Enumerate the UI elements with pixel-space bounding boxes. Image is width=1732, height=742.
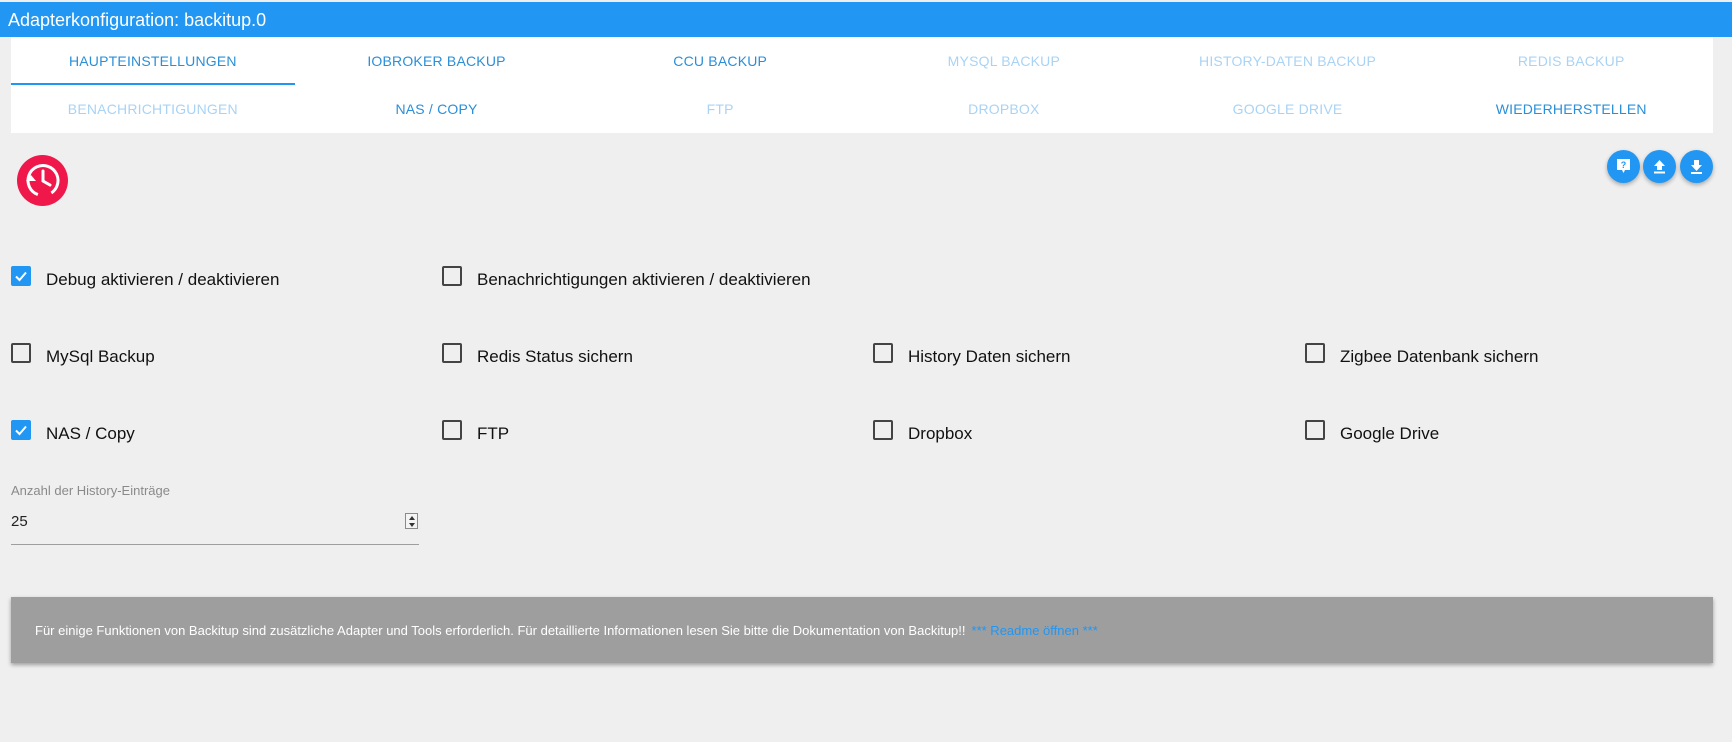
checkbox-box[interactable] xyxy=(873,420,893,440)
checkbox-label: History Daten sichern xyxy=(908,347,1071,366)
download-button[interactable] xyxy=(1680,150,1713,183)
checkbox-label: Zigbee Datenbank sichern xyxy=(1340,347,1539,366)
checkbox-box[interactable] xyxy=(11,343,31,363)
tab-history-backup[interactable]: HISTORY-DATEN BACKUP xyxy=(1146,37,1430,85)
tab-row-1: HAUPTEINSTELLUNGEN IOBROKER BACKUP CCU B… xyxy=(11,37,1713,85)
number-stepper[interactable] xyxy=(405,513,418,529)
checkbox-box[interactable] xyxy=(442,266,462,286)
info-text-line: Für einige Funktionen von Backitup sind … xyxy=(35,623,1098,638)
tab-row-2: BENACHRICHTIGUNGEN NAS / COPY FTP DROPBO… xyxy=(11,85,1713,133)
checkbox-label: NAS / Copy xyxy=(46,424,135,443)
tab-redis-backup[interactable]: REDIS BACKUP xyxy=(1429,37,1713,85)
window-title-bar: Adapterkonfiguration: backitup.0 xyxy=(0,2,1732,37)
checkbox-label: Dropbox xyxy=(908,424,973,443)
checkbox-box[interactable] xyxy=(1305,343,1325,363)
history-entries-label: Anzahl der History-Einträge xyxy=(11,483,170,498)
checkbox-box[interactable] xyxy=(1305,420,1325,440)
help-button[interactable]: ? xyxy=(1607,150,1640,183)
tab-wiederherstellen[interactable]: WIEDERHERSTELLEN xyxy=(1429,85,1713,133)
help-icon: ? xyxy=(1617,159,1630,173)
checkbox-label: Debug aktivieren / deaktivieren xyxy=(46,270,280,289)
tab-dropbox[interactable]: DROPBOX xyxy=(862,85,1146,133)
tab-haupteinstellungen[interactable]: HAUPTEINSTELLUNGEN xyxy=(11,37,295,85)
checkbox-label: FTP xyxy=(477,424,510,443)
tab-benachrichtigungen[interactable]: BENACHRICHTIGUNGEN xyxy=(11,85,295,133)
tab-mysql-backup[interactable]: MYSQL BACKUP xyxy=(862,37,1146,85)
history-entries-input[interactable]: 25 xyxy=(11,505,419,545)
tabs-panel: HAUPTEINSTELLUNGEN IOBROKER BACKUP CCU B… xyxy=(11,37,1713,133)
checkbox-label: Redis Status sichern xyxy=(477,347,633,366)
tab-nas-copy[interactable]: NAS / COPY xyxy=(295,85,579,133)
upload-button[interactable] xyxy=(1643,150,1676,183)
info-message: Für einige Funktionen von Backitup sind … xyxy=(35,623,966,638)
checkbox-box[interactable] xyxy=(442,343,462,363)
download-icon xyxy=(1691,160,1702,174)
stepper-down-icon[interactable] xyxy=(409,523,415,527)
history-entries-value[interactable]: 25 xyxy=(11,513,28,530)
checkbox-box[interactable] xyxy=(873,343,893,363)
tab-ftp[interactable]: FTP xyxy=(578,85,862,133)
checkbox-box[interactable] xyxy=(11,266,31,286)
checkbox-label: MySql Backup xyxy=(46,347,155,366)
window-title: Adapterkonfiguration: backitup.0 xyxy=(8,10,267,30)
tab-google-drive[interactable]: GOOGLE DRIVE xyxy=(1146,85,1430,133)
checkbox-label: Google Drive xyxy=(1340,424,1440,443)
checkbox-box[interactable] xyxy=(11,420,31,440)
stepper-up-icon[interactable] xyxy=(409,516,415,520)
backitup-logo-icon xyxy=(17,155,68,206)
upload-icon xyxy=(1654,160,1665,174)
info-banner: Für einige Funktionen von Backitup sind … xyxy=(11,597,1713,663)
checkbox-box[interactable] xyxy=(442,420,462,440)
readme-link[interactable]: *** Readme öffnen *** xyxy=(972,623,1098,638)
tab-iobroker-backup[interactable]: IOBROKER BACKUP xyxy=(295,37,579,85)
svg-text:?: ? xyxy=(1621,160,1627,170)
checkbox-label: Benachrichtigungen aktivieren / deaktivi… xyxy=(477,270,811,289)
tab-ccu-backup[interactable]: CCU BACKUP xyxy=(578,37,862,85)
